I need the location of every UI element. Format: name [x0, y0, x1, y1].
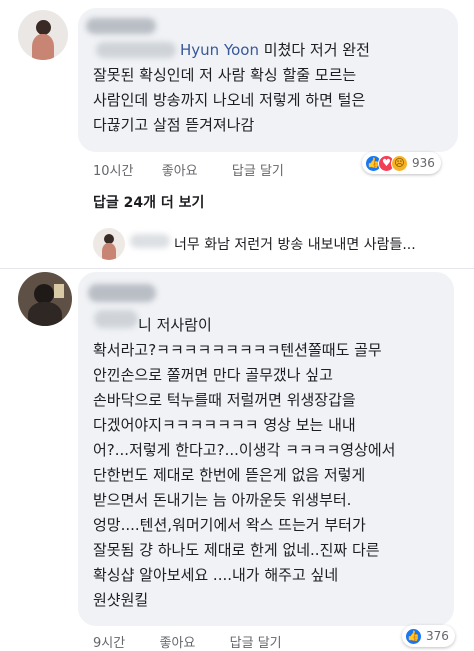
comment-line: 미쳤다 저거 완전	[263, 41, 370, 59]
timestamp: 10시간	[93, 164, 134, 179]
separator	[0, 268, 474, 269]
blurred-author-name[interactable]	[86, 18, 156, 34]
comment-line: 원샷원킬	[93, 591, 149, 609]
comment-actions: 10시간 좋아요 답글 달기	[93, 160, 284, 179]
reply-button[interactable]: 답글 달기	[232, 164, 284, 179]
avatar-head-shape	[36, 20, 51, 35]
comment-line: 사람인데 방송까지 나오네 저렇게 하면 털은	[93, 91, 366, 109]
comment-line: 다끊기고 살점 뜯겨져나감	[93, 116, 255, 134]
comment-line: 잘못된 확싱인데 저 사람 확싱 할줄 모르는	[93, 66, 357, 84]
avatar[interactable]	[18, 10, 68, 60]
reply-preview-text[interactable]: 너무 화남 저런거 방송 내보내면 사람들...	[174, 234, 416, 254]
avatar-window-shape	[54, 284, 64, 298]
like-button[interactable]: 좋아요	[159, 636, 195, 651]
comment-line: 니 저사람이	[138, 316, 212, 334]
blurred-reply-author	[130, 234, 170, 248]
reply-avatar[interactable]	[93, 228, 125, 260]
reaction-count: 936	[412, 156, 435, 170]
timestamp: 9시간	[93, 636, 126, 651]
reaction-count: 376	[426, 629, 449, 643]
comment-actions: 9시간 좋아요 답글 달기	[93, 632, 282, 651]
comment-line: 잘못됨 걍 하나도 제대로 한게 없네..진짜 다른	[93, 541, 380, 559]
like-icon: 👍	[405, 627, 422, 645]
comment-line: 어?...저렇게 한다고?...이생각 ㅋㅋㅋㅋ영상에서	[93, 441, 396, 459]
avatar-head-shape	[34, 284, 54, 304]
reaction-summary[interactable]: 👍 ♥ ☹ 936	[362, 152, 441, 174]
comment-line: 확싱샵 알아보세요 ....내가 해주고 싶네	[93, 566, 339, 584]
reaction-summary[interactable]: 👍 376	[402, 625, 455, 647]
avatar-body-shape	[102, 243, 116, 260]
comment-text: 니 저사람이 확서라고?ㅋㅋㅋㅋㅋㅋㅋㅋㅋ텐션쫄때도 골무 안낀손으로 쫄꺼면 …	[93, 313, 395, 613]
comment-line: 안낀손으로 쫄꺼면 만다 골무갰나 싶고	[93, 366, 333, 384]
like-button[interactable]: 좋아요	[162, 164, 198, 179]
mention-link[interactable]: Hyun Yoon	[180, 41, 259, 59]
blurred-author-name[interactable]	[88, 284, 156, 302]
sad-icon: ☹	[391, 154, 408, 172]
comment-line: 확서라고?ㅋㅋㅋㅋㅋㅋㅋㅋㅋ텐션쫄때도 골무	[93, 341, 382, 359]
comment-text: Hyun Yoon 미쳤다 저거 완전 잘못된 확싱인데 저 사람 확싱 할줄 …	[93, 38, 370, 138]
comment-line: 다겠어야지ㅋㅋㅋㅋㅋㅋㅋ 영상 보는 내내	[93, 416, 356, 434]
comment-line: 손바닥으로 턱누를때 저럴꺼면 위생장갑을	[93, 391, 356, 409]
avatar[interactable]	[18, 272, 72, 326]
avatar-body-shape	[28, 302, 62, 326]
view-more-replies-link[interactable]: 답글 24개 더 보기	[93, 192, 204, 212]
avatar-body-shape	[32, 34, 54, 60]
comment-line: 받으면서 돈내기는 늠 아까운듯 위생부터.	[93, 491, 352, 509]
reply-button[interactable]: 답글 달기	[230, 636, 282, 651]
comment-line: 엉망....텐션,워머기에서 왁스 뜨는거 부터가	[93, 516, 366, 534]
comment-line: 단한번도 제대로 한번에 뜯은게 없음 저렇게	[93, 466, 366, 484]
